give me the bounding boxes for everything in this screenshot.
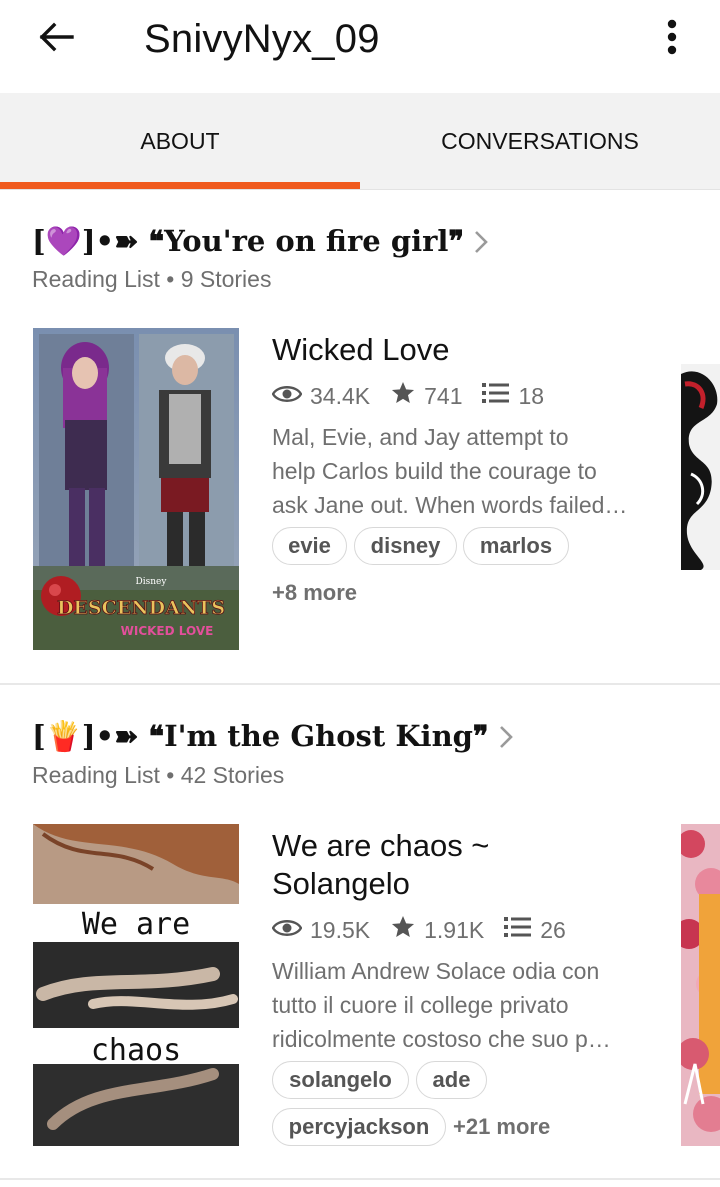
reading-list-title-link[interactable]: [💜]•➽ ❝You're on fire girl❞	[32, 224, 488, 259]
cover-title: DESCENDANTS	[57, 597, 225, 619]
next-story-cover[interactable]	[681, 824, 720, 1146]
next-story-cover[interactable]	[681, 364, 720, 570]
back-button[interactable]	[30, 16, 82, 62]
list-icon	[504, 916, 540, 944]
reading-list-title-link[interactable]: [🍟]•➽ ❝I'm the Ghost King❞	[32, 719, 513, 754]
votes-stat: 741	[390, 380, 462, 412]
divider	[0, 683, 720, 685]
votes-count: 1.91K	[424, 916, 485, 943]
more-tags-link[interactable]: +21 more	[453, 1114, 550, 1140]
more-vertical-icon	[666, 19, 678, 60]
story-stats: 34.4K 741 18	[271, 380, 564, 412]
description-line: Mal, Evie, and Jay attempt to	[272, 424, 569, 450]
reading-list-subtitle: Reading List • 9 Stories	[32, 266, 272, 292]
story-title[interactable]: We are chaos ~ Solangelo	[272, 827, 652, 903]
description-line: tutto il cuore il college privato	[272, 992, 569, 1018]
parts-count: 26	[540, 916, 566, 943]
tag-chip[interactable]: evie	[272, 527, 347, 565]
active-tab-indicator	[0, 182, 360, 189]
arrow-left-icon	[38, 22, 74, 57]
eye-icon	[271, 383, 310, 410]
cover-brand: Disney	[136, 577, 168, 587]
star-icon	[390, 380, 424, 412]
list-icon	[482, 382, 518, 410]
tab-about[interactable]: ABOUT	[0, 93, 360, 189]
chevron-right-icon	[499, 725, 513, 749]
divider	[0, 1178, 720, 1180]
page-title: SnivyNyx_09	[144, 17, 380, 61]
more-tags-link[interactable]: +8 more	[272, 580, 357, 606]
reading-list-subtitle: Reading List • 42 Stories	[32, 762, 285, 788]
app-bar: SnivyNyx_09	[0, 0, 720, 93]
story-title-line: We are chaos ~	[272, 828, 490, 863]
story-title[interactable]: Wicked Love	[272, 331, 652, 369]
views-count: 34.4K	[310, 382, 371, 409]
tag-chip[interactable]: marlos	[463, 527, 569, 565]
story-description: William Andrew Solace odia con tutto il …	[272, 954, 644, 1056]
cover-text-top: We are	[82, 907, 190, 942]
parts-stat: 26	[504, 916, 566, 944]
tag-chip[interactable]: solangelo	[272, 1061, 409, 1099]
views-stat: 34.4K	[271, 382, 371, 410]
reading-list-title: [🍟]•➽ ❝I'm the Ghost King❞	[32, 719, 489, 753]
story-cover[interactable]: Disney DESCENDANTS WICKED LOVE	[33, 328, 239, 650]
description-line: William Andrew Solace odia con	[272, 958, 600, 984]
tab-bar: ABOUT CONVERSATIONS	[0, 93, 720, 190]
story-title-line: Solangelo	[272, 866, 410, 901]
story-stats: 19.5K 1.91K 26	[271, 914, 586, 946]
tag-chip[interactable]: ade	[416, 1061, 487, 1099]
cover-subtitle: WICKED LOVE	[121, 624, 214, 638]
views-stat: 19.5K	[271, 916, 371, 944]
cover-text-bottom: chaos	[91, 1033, 181, 1068]
views-count: 19.5K	[310, 916, 371, 943]
tag-chip[interactable]: percyjackson	[272, 1108, 446, 1146]
star-icon	[390, 914, 424, 946]
reading-list-title: [💜]•➽ ❝You're on fire girl❞	[32, 224, 465, 258]
tag-chip[interactable]: disney	[354, 527, 457, 565]
story-cover[interactable]: We are chaos	[33, 824, 239, 1146]
parts-stat: 18	[482, 382, 544, 410]
description-line: help Carlos build the courage to	[272, 458, 597, 484]
eye-icon	[271, 917, 310, 944]
more-options-button[interactable]	[650, 16, 694, 62]
votes-stat: 1.91K	[390, 914, 484, 946]
description-line: ridicolmente costoso che suo p…	[272, 1026, 611, 1052]
tab-conversations[interactable]: CONVERSATIONS	[360, 93, 720, 189]
story-description: Mal, Evie, and Jay attempt to help Carlo…	[272, 420, 644, 522]
votes-count: 741	[424, 382, 463, 409]
chevron-right-icon	[474, 230, 488, 254]
parts-count: 18	[518, 382, 545, 409]
description-line: ask Jane out. When words failed…	[272, 492, 628, 518]
